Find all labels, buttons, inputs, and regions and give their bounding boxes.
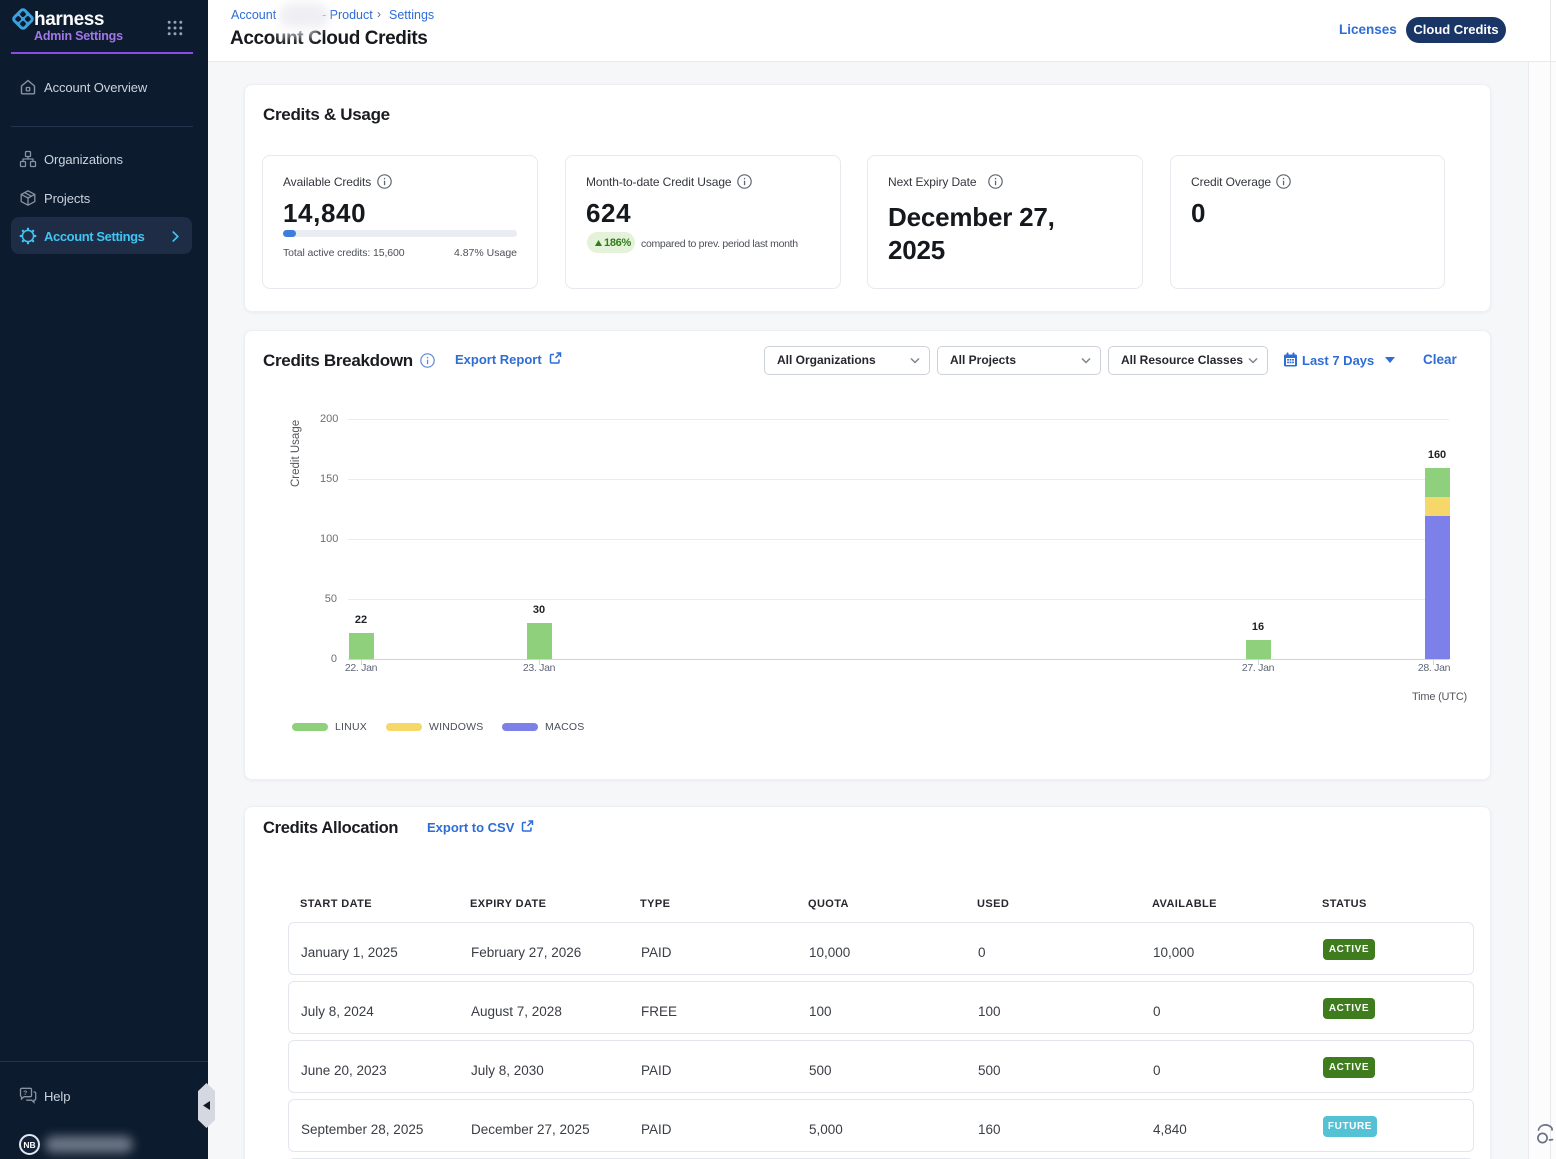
svg-text:?: ? [23,1090,27,1097]
